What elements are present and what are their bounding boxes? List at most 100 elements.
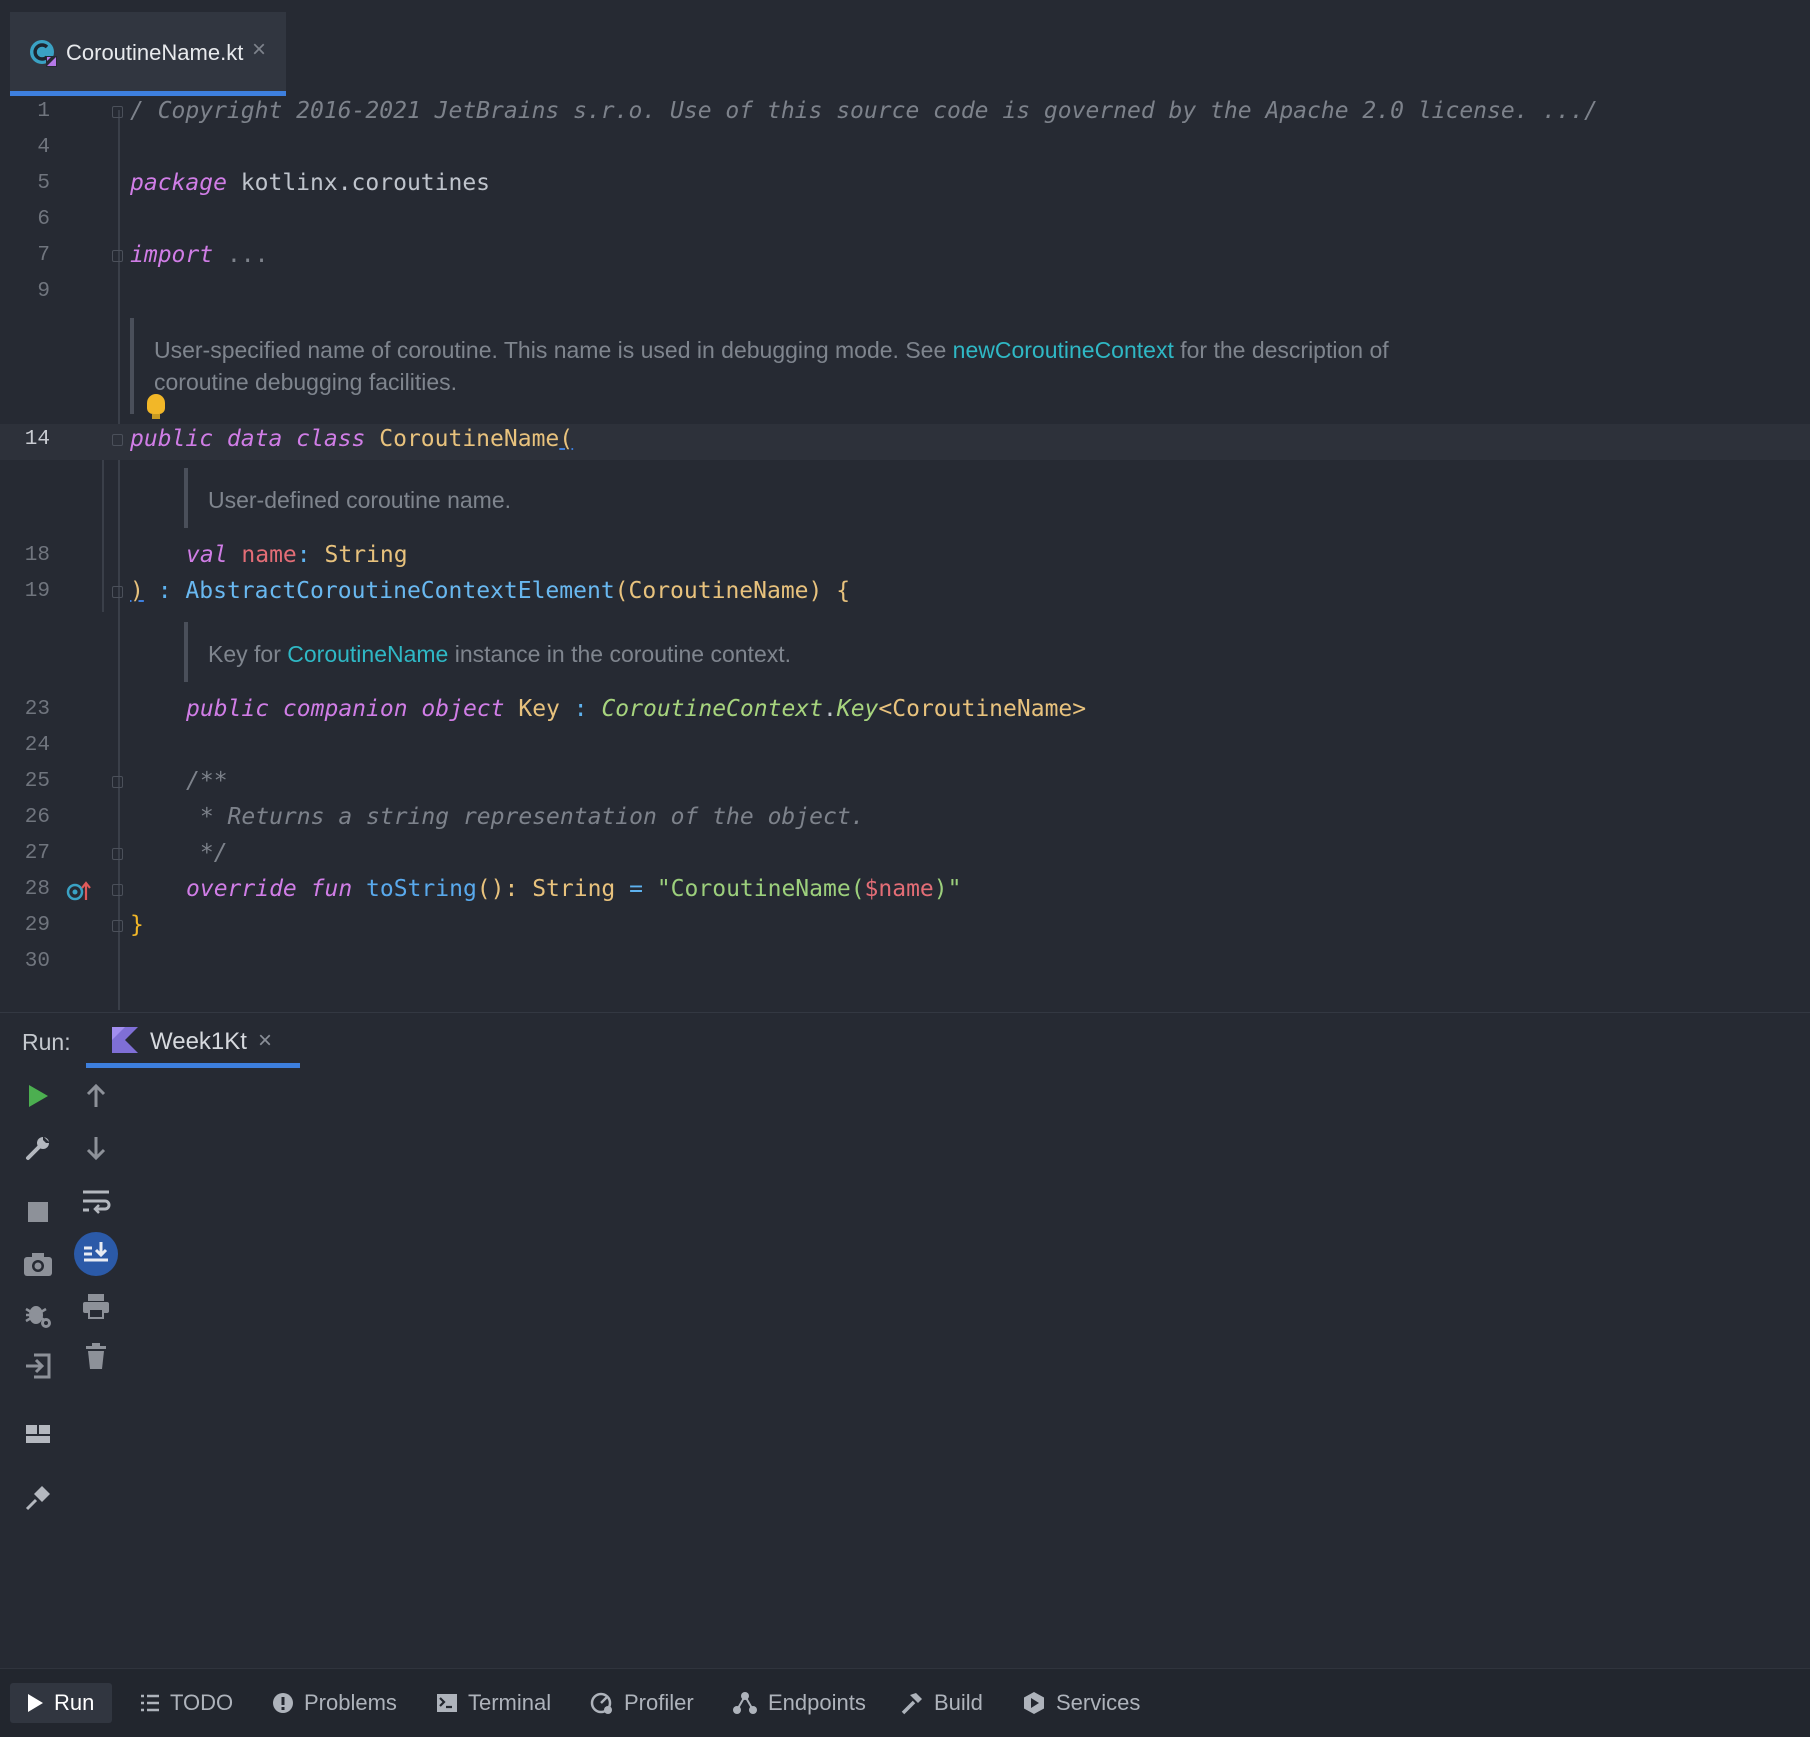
generic-arg: <CoroutineName>: [878, 696, 1087, 722]
keyword: override fun: [186, 876, 353, 902]
wrench-icon[interactable]: [18, 1128, 58, 1168]
tool-button-label: TODO: [170, 1690, 234, 1715]
run-tab-week1kt[interactable]: Week1Kt ×: [86, 1013, 300, 1068]
line-number: 9: [37, 280, 50, 303]
doc-link-coroutinename[interactable]: CoroutineName: [287, 641, 448, 667]
fold-toggle-icon[interactable]: [112, 250, 123, 262]
code-line-28: 28 override fun toString(): String = "Co…: [0, 874, 1810, 908]
comment: /**: [186, 768, 228, 794]
camera-icon[interactable]: [18, 1244, 58, 1284]
supertype-separator: :: [143, 578, 186, 604]
keyword: import: [130, 242, 214, 268]
tool-button-label: Terminal: [468, 1690, 552, 1715]
fold-toggle-icon[interactable]: [112, 848, 123, 860]
class-name: CoroutineName: [365, 426, 560, 452]
down-arrow-icon[interactable]: [76, 1128, 116, 1168]
scroll-to-end-icon[interactable]: [74, 1232, 118, 1276]
endpoints-icon: [732, 1691, 758, 1715]
terminal-icon: [436, 1693, 458, 1713]
code-text: val name: String: [186, 542, 408, 568]
line-number: 7: [37, 244, 50, 267]
editor-tab-label: CoroutineName.kt: [66, 40, 244, 65]
pin-icon[interactable]: [18, 1478, 58, 1518]
line-number: 6: [37, 208, 50, 231]
type-name: String: [518, 876, 616, 902]
tool-button-problems[interactable]: Problems: [272, 1683, 397, 1723]
tool-button-todo[interactable]: TODO: [140, 1683, 233, 1723]
doc-text: instance in the coroutine context.: [448, 641, 792, 667]
line-number: 18: [24, 544, 50, 567]
code-editor[interactable]: 1 / Copyright 2016-2021 JetBrains s.r.o.…: [0, 96, 1810, 1012]
tool-button-build[interactable]: Build: [900, 1683, 983, 1723]
matched-paren: ): [130, 578, 144, 604]
up-arrow-icon[interactable]: [76, 1076, 116, 1116]
debugger-settings-icon[interactable]: [18, 1294, 58, 1334]
kotlin-icon: [112, 1027, 138, 1053]
close-tab-icon[interactable]: ×: [252, 36, 266, 64]
string-template: $name: [864, 876, 934, 902]
tool-button-label: Problems: [304, 1690, 397, 1715]
fold-toggle-icon[interactable]: [112, 106, 123, 118]
code-line-29: 29 }: [0, 910, 1810, 944]
closing-brace: }: [130, 912, 144, 938]
code-line-23: 23 public companion object Key : Corouti…: [0, 694, 1810, 728]
run-console[interactable]: [0, 1068, 1810, 1668]
copyright-comment: / Copyright 2016-2021 JetBrains s.r.o. U…: [130, 98, 1598, 124]
close-run-tab-icon[interactable]: ×: [258, 1027, 272, 1055]
line-number: 27: [24, 842, 50, 865]
line-number: 28: [24, 878, 50, 901]
tool-button-label: Profiler: [624, 1690, 694, 1715]
layout-icon[interactable]: [18, 1414, 58, 1454]
code-text: */: [186, 840, 228, 866]
code-line-1: 1 / Copyright 2016-2021 JetBrains s.r.o.…: [0, 96, 1810, 130]
code-text: import ...: [130, 242, 268, 268]
tool-button-label: Endpoints: [768, 1690, 866, 1715]
tool-button-profiler[interactable]: Profiler: [590, 1683, 694, 1723]
code-text: /**: [186, 768, 228, 794]
fold-toggle-icon[interactable]: [112, 884, 123, 896]
string-literal: )": [933, 876, 962, 902]
tool-button-endpoints[interactable]: Endpoints: [732, 1683, 866, 1723]
code-text: }: [130, 912, 144, 938]
override-gutter-icon[interactable]: [66, 880, 92, 909]
editor-tab-coroutinename[interactable]: CoroutineName.kt ×: [10, 12, 286, 96]
trash-icon[interactable]: [76, 1336, 116, 1376]
property-name: name: [227, 542, 297, 568]
fold-toggle-icon[interactable]: [112, 920, 123, 932]
comment: */: [186, 840, 228, 866]
fold-toggle-icon[interactable]: [112, 586, 123, 598]
line-number: 1: [37, 100, 50, 123]
play-icon: [26, 1693, 44, 1713]
lightbulb-icon[interactable]: [147, 394, 165, 419]
tool-button-services[interactable]: Services: [1022, 1683, 1140, 1723]
parens: ():: [476, 876, 519, 902]
type-name: String: [310, 542, 408, 568]
soft-wrap-icon[interactable]: [76, 1182, 116, 1222]
print-icon[interactable]: [76, 1286, 116, 1326]
keyword: val: [186, 542, 228, 568]
doc-text: User-defined coroutine name.: [208, 487, 511, 513]
line-number: 14: [24, 428, 50, 451]
tool-button-terminal[interactable]: Terminal: [436, 1683, 551, 1723]
code-text: public companion object Key : CoroutineC…: [186, 696, 1086, 722]
folded-imports: ...: [213, 242, 269, 268]
comment: * Returns a string representation of the…: [186, 804, 865, 830]
doc-link-newcoroutinecontext[interactable]: newCoroutineContext: [953, 337, 1174, 363]
code-line-7: 7 import ...: [0, 240, 1810, 274]
code-text: / Copyright 2016-2021 JetBrains s.r.o. U…: [130, 98, 1598, 124]
code-line-9: 9: [0, 276, 1810, 310]
tool-button-run[interactable]: Run: [10, 1683, 113, 1723]
fold-toggle-icon[interactable]: [112, 434, 123, 446]
string-literal: "CoroutineName(: [656, 876, 865, 902]
dot: .: [823, 696, 837, 722]
matched-paren: (: [559, 426, 574, 452]
stop-icon[interactable]: [18, 1192, 58, 1232]
rerun-play-icon[interactable]: [18, 1076, 58, 1116]
code-text: package kotlinx.coroutines: [130, 170, 490, 196]
doc-text: User-specified name of coroutine. This n…: [154, 337, 953, 363]
fold-toggle-icon[interactable]: [112, 776, 123, 788]
restore-layout-icon[interactable]: [18, 1346, 58, 1386]
line-number: 24: [24, 734, 50, 757]
kotlin-class-file-icon: [28, 38, 58, 68]
code-line-24: 24: [0, 730, 1810, 764]
